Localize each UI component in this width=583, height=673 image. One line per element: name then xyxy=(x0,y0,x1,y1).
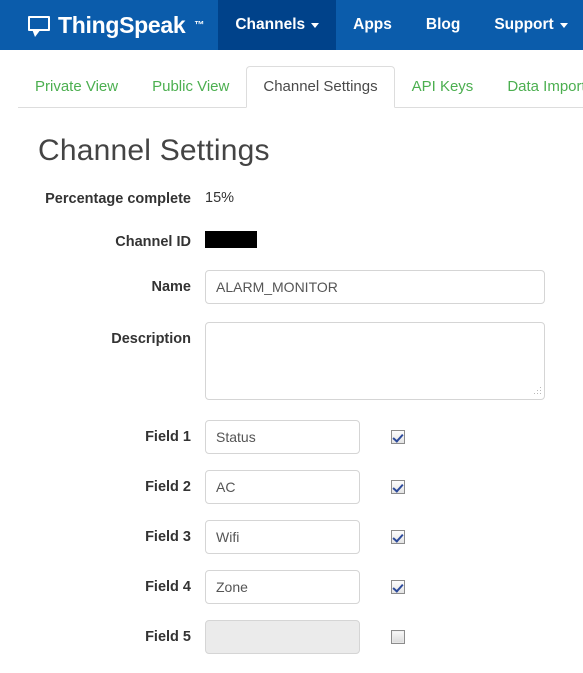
field-5-input xyxy=(205,619,360,654)
nav-menu: Channels Apps Blog Support xyxy=(218,0,583,50)
channel-id-label: Channel ID xyxy=(115,234,191,251)
tab-data-import-export[interactable]: Data Import / xyxy=(490,66,583,109)
field-5-label: Field 5 xyxy=(145,628,191,645)
nav-item-channels[interactable]: Channels xyxy=(218,0,337,50)
description-label: Description xyxy=(111,330,191,347)
field-2-input[interactable] xyxy=(205,469,360,504)
row-field-2: Field 2 xyxy=(0,469,583,504)
field-1-checkbox[interactable] xyxy=(391,429,405,444)
field-4-checkbox[interactable] xyxy=(391,579,405,594)
nav-item-channels-label: Channels xyxy=(235,16,306,33)
nav-item-blog[interactable]: Blog xyxy=(409,0,477,50)
channel-id-redacted-value xyxy=(205,231,257,249)
name-input[interactable] xyxy=(205,269,545,304)
field-3-label: Field 3 xyxy=(145,528,191,545)
field-4-label: Field 4 xyxy=(145,578,191,595)
nav-item-support-label: Support xyxy=(494,16,554,33)
tab-api-keys[interactable]: API Keys xyxy=(395,66,491,109)
brand-name: ThingSpeak xyxy=(58,11,186,38)
thingspeak-logo-link[interactable]: ThingSpeak ™ xyxy=(0,0,218,50)
channel-tabstrip: Private View Public View Channel Setting… xyxy=(0,50,583,108)
percentage-complete-label: Percentage complete xyxy=(45,191,191,207)
field-1-label: Field 1 xyxy=(145,428,191,445)
field-4-input[interactable] xyxy=(205,569,360,604)
name-label: Name xyxy=(151,278,192,295)
field-2-label: Field 2 xyxy=(145,478,191,495)
nav-item-apps-label: Apps xyxy=(353,16,392,33)
nav-item-blog-label: Blog xyxy=(425,16,461,33)
field-1-input[interactable] xyxy=(205,419,360,454)
row-field-3: Field 3 xyxy=(0,519,583,554)
row-description: Description xyxy=(0,321,583,400)
field-3-input[interactable] xyxy=(205,519,360,554)
field-2-checkbox[interactable] xyxy=(391,479,405,494)
tab-private-view[interactable]: Private View xyxy=(18,66,135,109)
chevron-down-icon xyxy=(311,22,320,28)
channel-settings-content: Channel Settings Percentage complete 15%… xyxy=(0,108,583,654)
row-field-5: Field 5 xyxy=(0,619,583,654)
row-channel-id: Channel ID xyxy=(0,231,583,251)
nav-item-support[interactable]: Support xyxy=(477,0,583,50)
row-field-4: Field 4 xyxy=(0,569,583,604)
row-field-1: Field 1 xyxy=(0,419,583,454)
field-3-checkbox[interactable] xyxy=(391,529,405,544)
row-name: Name xyxy=(0,269,583,304)
page-title: Channel Settings xyxy=(38,134,270,167)
nav-item-apps[interactable]: Apps xyxy=(336,0,409,50)
trademark-symbol: ™ xyxy=(194,19,205,31)
chevron-down-icon xyxy=(559,22,568,28)
description-textarea[interactable] xyxy=(205,321,545,400)
row-percentage-complete: Percentage complete 15% xyxy=(0,190,583,208)
tab-channel-settings[interactable]: Channel Settings xyxy=(246,65,395,108)
field-5-checkbox[interactable] xyxy=(391,629,405,644)
chat-bubble-icon xyxy=(28,15,50,37)
top-navigation-bar: ThingSpeak ™ Channels Apps Blog Support xyxy=(0,0,583,50)
tab-public-view[interactable]: Public View xyxy=(135,66,246,109)
percentage-complete-value: 15% xyxy=(205,190,235,206)
